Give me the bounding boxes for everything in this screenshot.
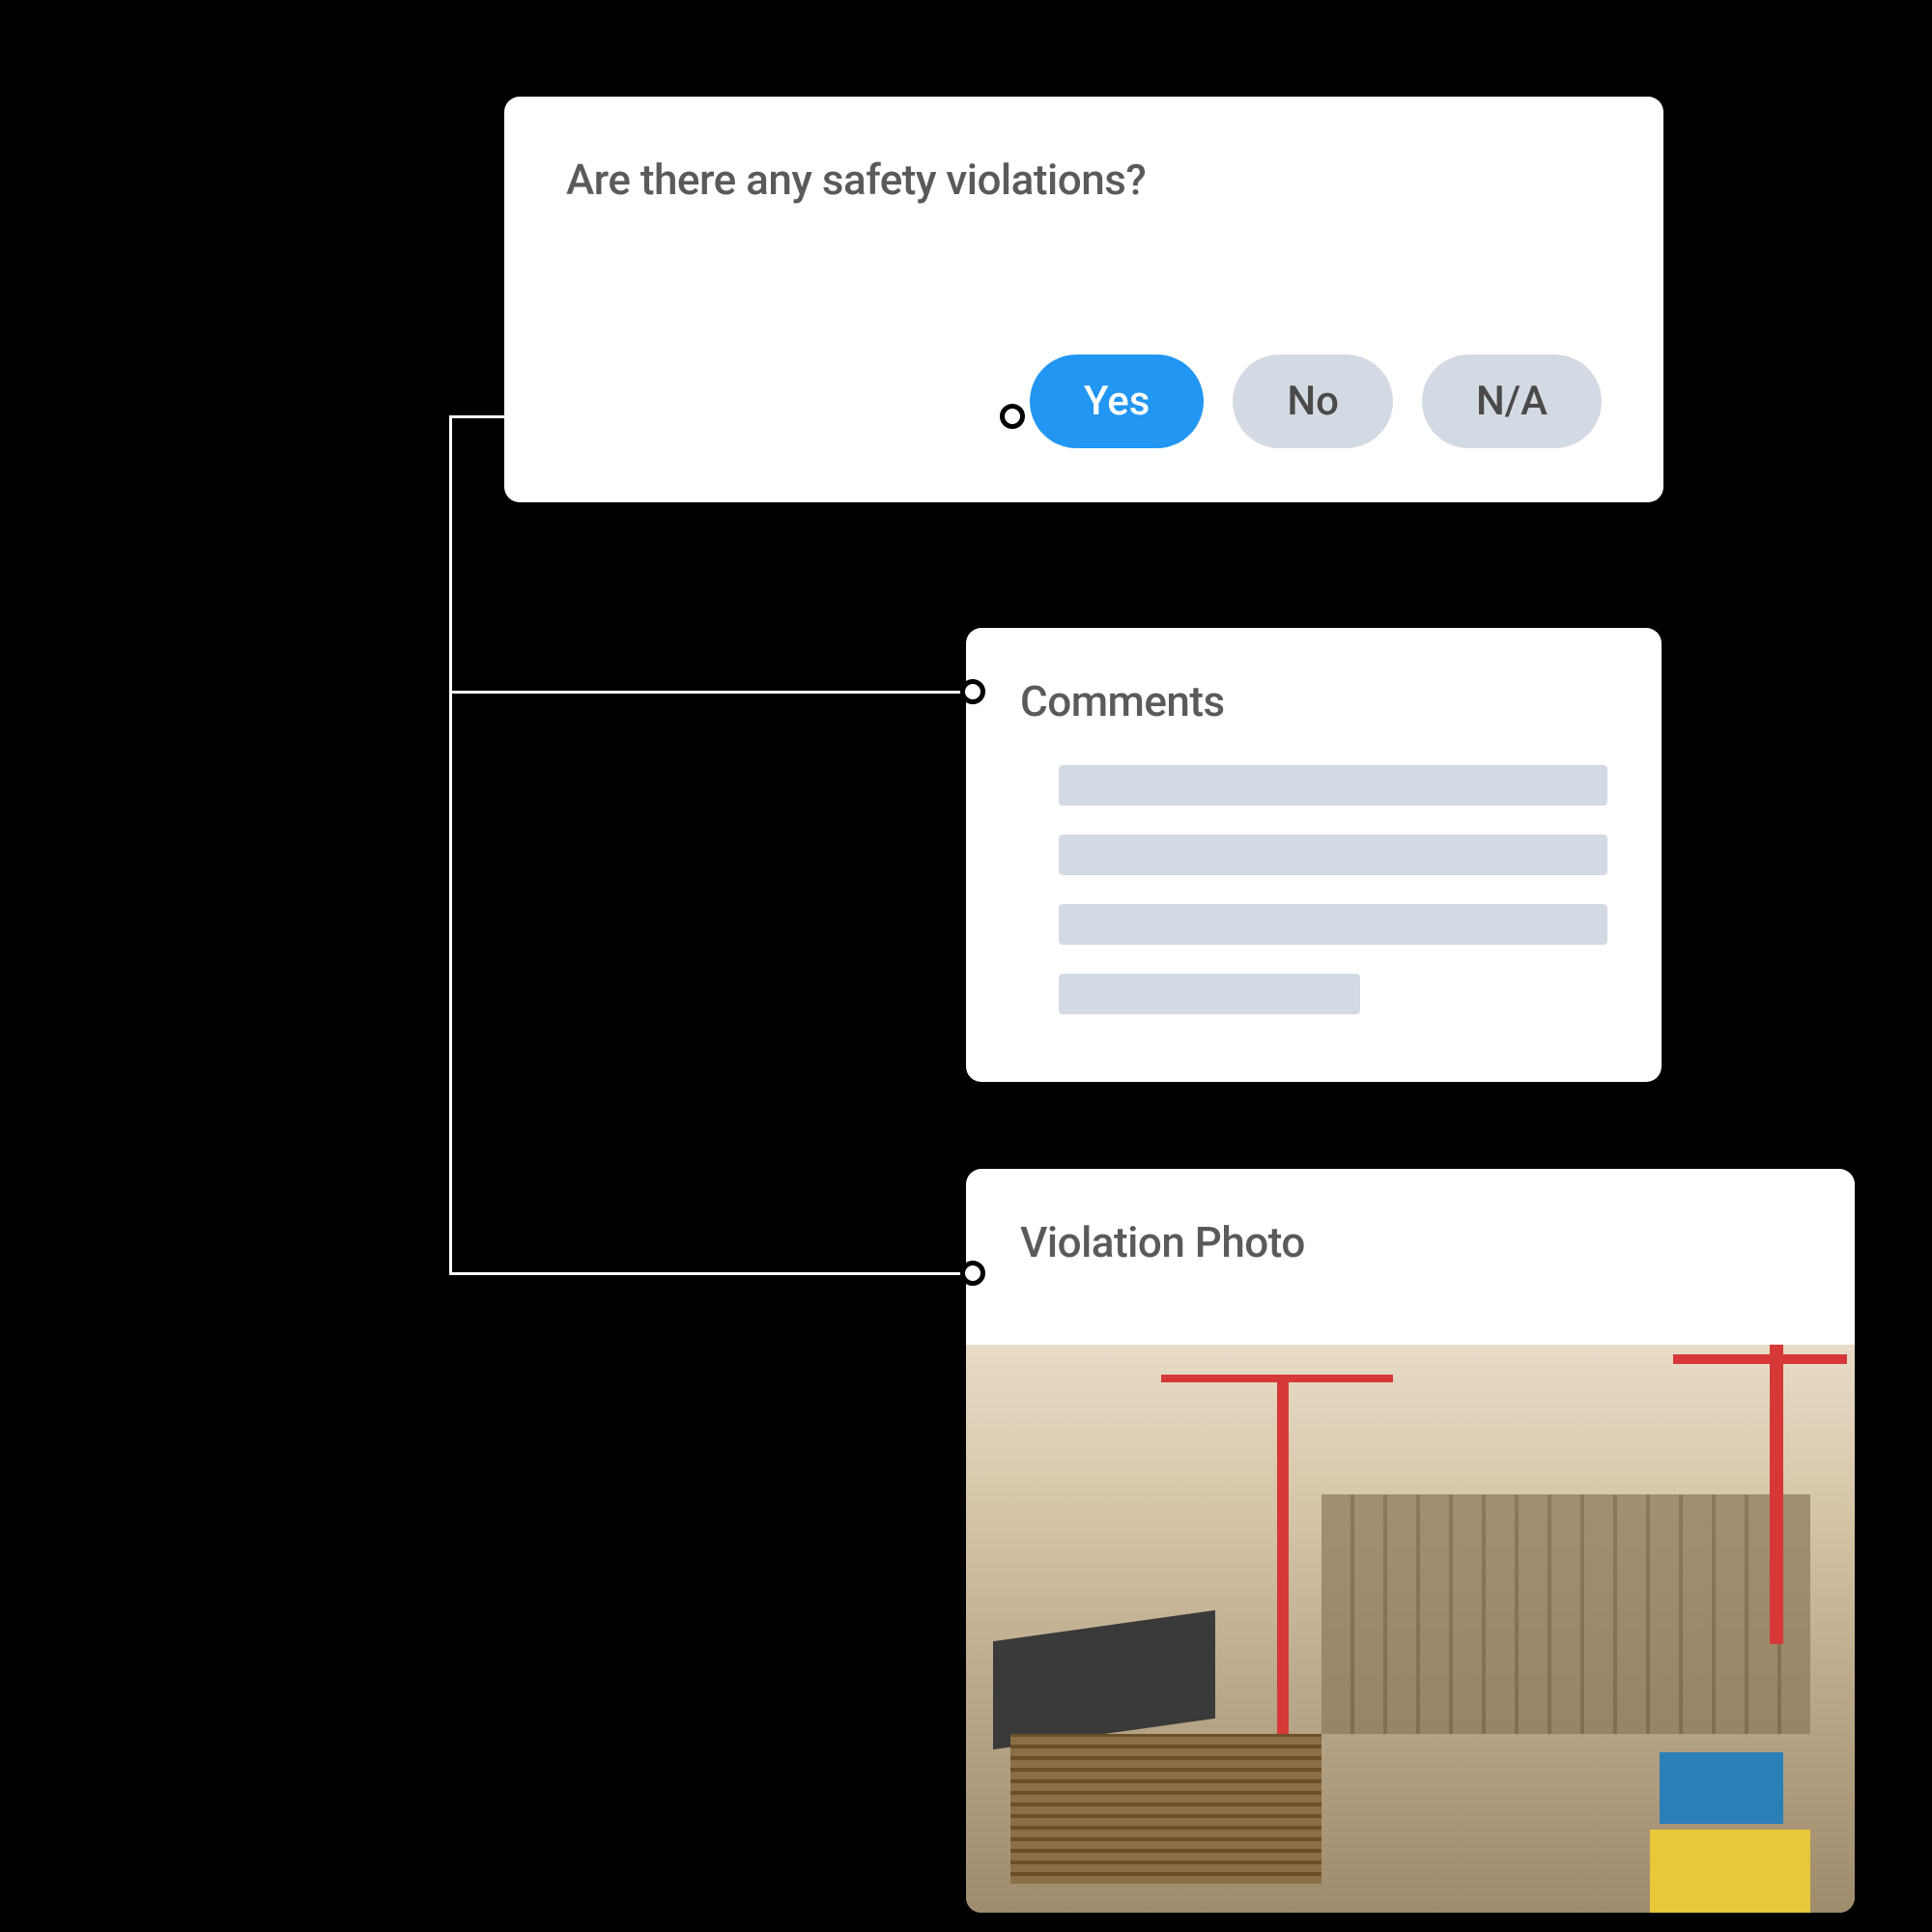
skeleton-line [1059, 904, 1607, 945]
comments-title: Comments [1020, 676, 1607, 726]
na-button[interactable]: N/A [1422, 355, 1602, 448]
connector-line-horizontal-2 [449, 691, 973, 694]
photo-header: Violation Photo [966, 1169, 1855, 1345]
skeleton-line [1059, 835, 1607, 875]
connector-node-photo [960, 1261, 985, 1286]
comments-card: Comments [966, 628, 1662, 1082]
connector-node-comments [960, 679, 985, 704]
connector-line-vertical [449, 415, 452, 1275]
photo-title: Violation Photo [1020, 1217, 1801, 1267]
yes-button[interactable]: Yes [1030, 355, 1204, 448]
connector-line-horizontal-3 [449, 1272, 973, 1275]
violation-photo-image [966, 1345, 1855, 1913]
comments-placeholder [1020, 765, 1607, 1014]
skeleton-line [1059, 974, 1360, 1014]
no-button[interactable]: No [1233, 355, 1393, 448]
connector-node-yes [1000, 404, 1025, 429]
skeleton-line [1059, 765, 1607, 806]
violation-photo-card: Violation Photo [966, 1169, 1855, 1913]
answer-button-row: Yes No N/A [1030, 355, 1602, 448]
question-card: Are there any safety violations? Yes No … [504, 97, 1663, 502]
question-title: Are there any safety violations? [566, 155, 1602, 205]
